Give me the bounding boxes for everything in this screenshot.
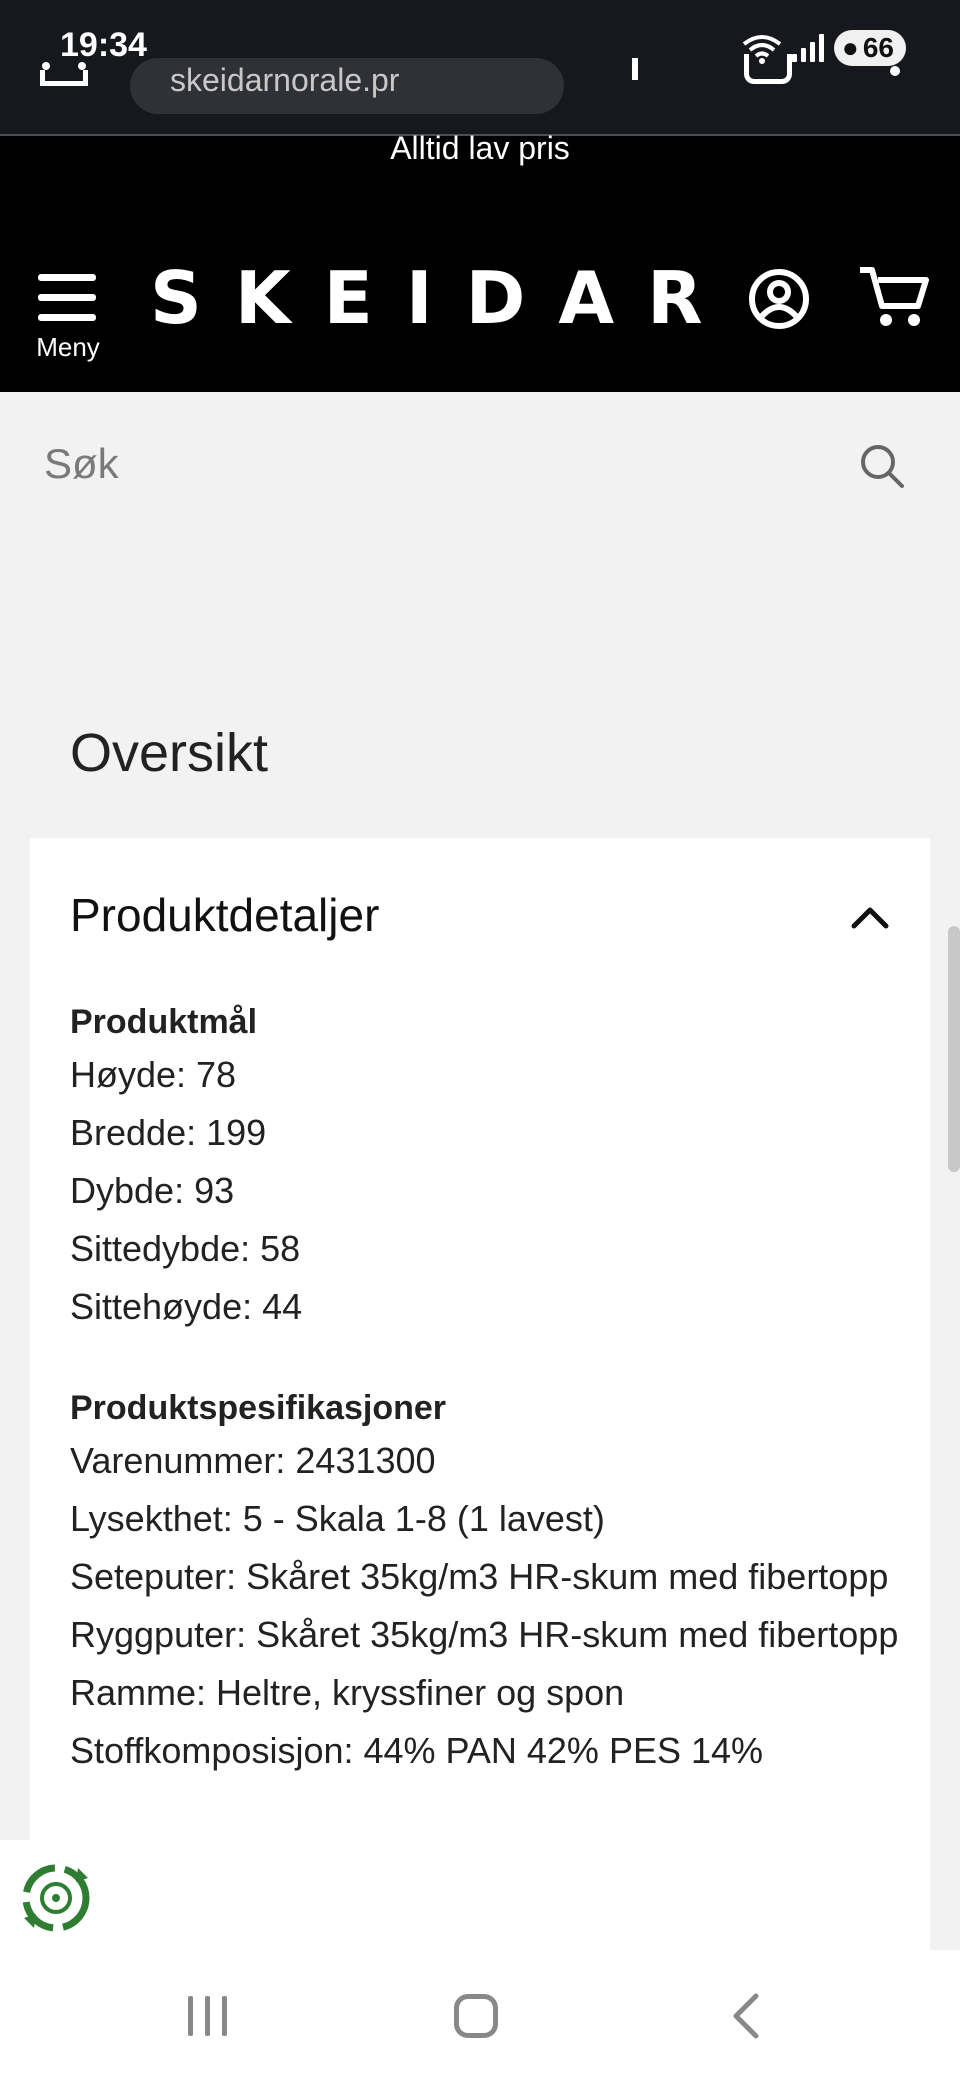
product-specifications: Produktspesifikasjoner Varenummer: 24313… <box>70 1384 910 1780</box>
detail-row: Sittedybde: 58 <box>70 1228 301 1269</box>
recent-apps-icon[interactable] <box>186 1996 230 2036</box>
back-icon[interactable] <box>728 1992 762 2040</box>
menu-button[interactable]: Meny <box>30 268 106 368</box>
site-logo[interactable]: SKEIDAR <box>150 256 736 340</box>
detail-row: Lysekthet: 5 - Skala 1-8 (1 lavest) <box>70 1498 605 1539</box>
group-title: Produktmål <box>70 1003 258 1041</box>
url-bar[interactable]: skeidarnorale.pr <box>130 58 564 114</box>
search-input[interactable] <box>44 432 844 496</box>
status-icons: ● 66 <box>742 30 906 66</box>
detail-row: Ramme: Heltre, kryssfiner og spon <box>70 1672 625 1713</box>
home-icon[interactable] <box>454 1994 498 2038</box>
group-title: Produktspesifikasjoner <box>70 1389 447 1427</box>
detail-row: Dybde: 93 <box>70 1170 235 1211</box>
detail-row: Varenummer: 2431300 <box>70 1440 436 1481</box>
overview-heading: Oversikt <box>70 723 269 783</box>
browser-top-bar: 19:34 skeidarnorale.pr ● 66 <box>0 0 960 136</box>
scrollbar-thumb[interactable] <box>948 926 960 1172</box>
search-icon[interactable] <box>856 440 908 492</box>
detail-row: Bredde: 199 <box>70 1112 267 1153</box>
menu-line <box>38 294 96 301</box>
detail-row: Seteputer: Skåret 35kg/m3 HR-skum med fi… <box>70 1556 889 1597</box>
detail-row: Sittehøyde: 44 <box>70 1286 303 1327</box>
hamburger-menu-icon <box>38 274 96 281</box>
status-time: 19:34 <box>60 26 147 64</box>
url-text: skeidarnorale.pr <box>170 62 400 98</box>
menu-label: Meny <box>36 332 100 362</box>
product-details-panel: Produktdetaljer Produktmål Høyde: 78 Bre… <box>30 838 930 2080</box>
eco-recycle-icon <box>22 1864 90 1932</box>
detail-row: Stoffkomposisjon: 44% PAN 42% PES 14% <box>70 1730 764 1771</box>
browser-home-icon[interactable] <box>40 62 88 86</box>
product-dimensions: Produktmål Høyde: 78 Bredde: 199 Dybde: … <box>70 998 910 1336</box>
promo-banner[interactable]: Alltid lav pris <box>0 130 960 167</box>
wifi-icon <box>742 35 782 64</box>
battery-leaf-icon: ● <box>841 32 859 63</box>
account-icon[interactable] <box>748 268 810 330</box>
chevron-up-icon[interactable] <box>850 902 890 932</box>
product-details-content: Produktmål Høyde: 78 Bredde: 199 Dybde: … <box>70 998 910 1828</box>
product-details-toggle[interactable]: Produktdetaljer <box>70 888 379 942</box>
battery-indicator: ● 66 <box>833 30 906 66</box>
signal-icon <box>791 34 824 62</box>
cart-icon[interactable] <box>858 264 930 330</box>
search-bar <box>0 392 960 536</box>
system-nav-bar <box>0 1950 960 2080</box>
menu-line <box>38 314 96 321</box>
new-tab-icon[interactable] <box>632 58 638 80</box>
detail-row: Ryggputer: Skåret 35kg/m3 HR-skum med fi… <box>70 1614 899 1655</box>
more-options-icon[interactable] <box>890 66 900 76</box>
detail-row: Høyde: 78 <box>70 1054 237 1095</box>
